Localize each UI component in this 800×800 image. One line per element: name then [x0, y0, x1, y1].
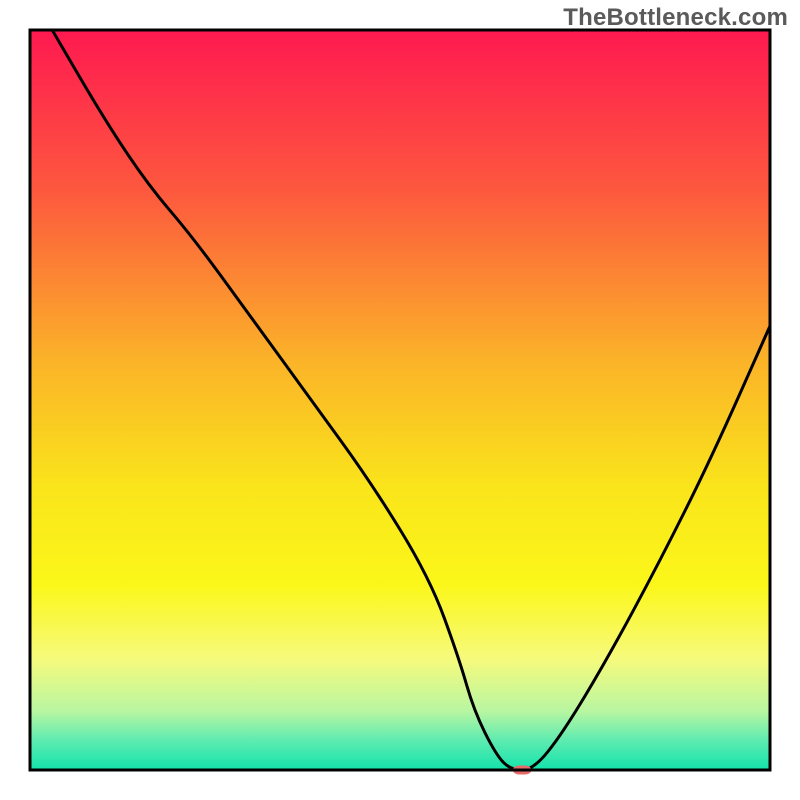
plot-background [30, 30, 770, 770]
bottleneck-chart: TheBottleneck.com [0, 0, 800, 800]
chart-svg [0, 0, 800, 800]
watermark-text: TheBottleneck.com [563, 4, 788, 32]
